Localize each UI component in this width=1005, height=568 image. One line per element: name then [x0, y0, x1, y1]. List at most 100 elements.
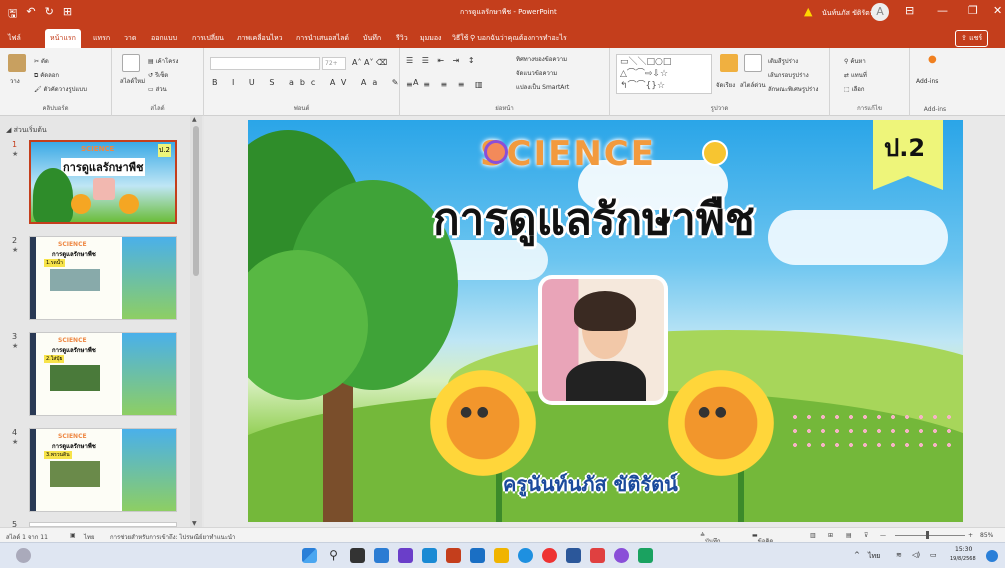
- language-indicator[interactable]: ไทย: [84, 532, 95, 542]
- normal-view-icon[interactable]: ▥: [810, 532, 816, 539]
- text-direction-button[interactable]: ทิศทางของข้อความ: [516, 54, 567, 64]
- proofing-icon[interactable]: ▣: [70, 532, 76, 539]
- paste-label[interactable]: วาง: [10, 76, 20, 86]
- addins-button[interactable]: Add-ins: [916, 78, 938, 85]
- share-button[interactable]: ⇪ แชร์: [955, 30, 989, 47]
- zoom-slider[interactable]: [895, 535, 965, 536]
- scroll-up-icon[interactable]: ▲: [192, 116, 197, 123]
- scroll-thumb[interactable]: [193, 126, 199, 276]
- minimize-icon[interactable]: —: [937, 4, 948, 17]
- avatar[interactable]: A: [871, 3, 889, 21]
- weather-icon[interactable]: [16, 548, 31, 563]
- ribbon-display-icon[interactable]: ⊟: [905, 4, 914, 17]
- app-icon[interactable]: [422, 548, 437, 563]
- start-icon[interactable]: [302, 548, 317, 563]
- new-slide-label[interactable]: สไลด์ใหม่: [120, 76, 145, 86]
- task-view-icon[interactable]: [350, 548, 365, 563]
- shape-effects-button[interactable]: ลักษณะพิเศษรูปร่าง: [768, 84, 818, 94]
- layout-button[interactable]: ▤ เค้าโครง: [148, 56, 178, 66]
- tab-record[interactable]: บันทึก: [363, 33, 381, 44]
- thumbnail-scrollbar[interactable]: ▲ ▼: [190, 116, 202, 527]
- word-icon[interactable]: [566, 548, 581, 563]
- undo-icon[interactable]: ↶: [26, 5, 35, 24]
- volume-icon[interactable]: ◁): [912, 551, 920, 559]
- tab-help[interactable]: วิธีใช้: [452, 33, 468, 44]
- smartart-button[interactable]: แปลงเป็น SmartArt: [516, 82, 569, 92]
- comments-button[interactable]: ▬ ข้อคิดเห็น: [752, 532, 773, 555]
- slide-sorter-icon[interactable]: ⊞: [828, 532, 833, 539]
- slide-thumbnail-3[interactable]: SCIENCE การดูแลรักษาพืช 2.ใส่ปุ๋ย: [29, 332, 177, 416]
- slide-title[interactable]: การดูแลรักษาพืช: [433, 184, 755, 254]
- arrange-label[interactable]: จัดเรียง: [716, 80, 735, 90]
- shape-outline-button[interactable]: เส้นกรอบรูปร่าง: [768, 70, 809, 80]
- shapes-gallery[interactable]: ▭＼＼□○□ △⌒⌒⇨⇩☆ ↰⌒⌒{}☆: [616, 54, 712, 94]
- tab-draw[interactable]: วาด: [124, 33, 136, 44]
- app-icon[interactable]: [590, 548, 605, 563]
- clock-time[interactable]: 15:30: [955, 546, 972, 553]
- slide-thumbnail-1[interactable]: SCIENCE การดูแลรักษาพืช ป.2: [29, 140, 177, 224]
- format-painter-button[interactable]: 🖌 ตัวคัดวางรูปแบบ: [34, 84, 87, 94]
- zoom-slider-thumb[interactable]: [926, 531, 929, 539]
- tab-transitions[interactable]: การเปลี่ยน: [192, 33, 224, 44]
- shape-fill-button[interactable]: เติมสีรูปร่าง: [768, 56, 798, 66]
- present-icon[interactable]: ⊞: [63, 5, 72, 24]
- app-icon[interactable]: [374, 548, 389, 563]
- edge-icon[interactable]: [518, 548, 533, 563]
- app-icon[interactable]: [614, 548, 629, 563]
- powerpoint-icon[interactable]: [446, 548, 461, 563]
- current-slide[interactable]: SCIENCE ป.2 การดูแลรักษาพืช ● ● ● ● ครูน…: [248, 120, 963, 522]
- reset-button[interactable]: ↺ รีเซ็ต: [148, 70, 168, 80]
- tab-slideshow[interactable]: การนำเสนอสไลด์: [296, 33, 349, 44]
- cut-button[interactable]: ✂ ตัด: [34, 56, 49, 66]
- accessibility-status[interactable]: การช่วยสำหรับการเข้าถึง: ไปรษณีย์ยาทำแนะ…: [110, 532, 235, 542]
- close-icon[interactable]: ✕: [993, 4, 1002, 17]
- new-slide-icon[interactable]: [122, 54, 140, 72]
- maximize-icon[interactable]: ❐: [968, 4, 978, 17]
- format-buttons[interactable]: B I U S abc AV Aa ✎ A: [212, 78, 425, 87]
- tab-insert[interactable]: แทรก: [93, 33, 110, 44]
- save-icon[interactable]: 🖫: [8, 5, 17, 24]
- notification-icon[interactable]: [986, 550, 998, 562]
- addins-icon[interactable]: ●: [928, 54, 937, 65]
- redo-icon[interactable]: ↻: [45, 5, 54, 24]
- find-button[interactable]: ⚲ ค้นหา: [844, 56, 866, 66]
- paste-icon[interactable]: [8, 54, 26, 72]
- tray-language[interactable]: ไทย: [868, 551, 880, 562]
- tab-file[interactable]: ไฟล์: [8, 33, 21, 44]
- tab-animations[interactable]: ภาพเคลื่อนไหว: [237, 33, 283, 44]
- tab-review[interactable]: รีวิว: [396, 33, 408, 44]
- battery-icon[interactable]: ▭: [930, 551, 937, 559]
- section-button[interactable]: ▭ ส่วน: [148, 84, 167, 94]
- tab-design[interactable]: ออกแบบ: [151, 33, 177, 44]
- app-icon[interactable]: [470, 548, 485, 563]
- tab-view[interactable]: มุมมอง: [420, 33, 441, 44]
- font-name-field[interactable]: [210, 57, 320, 70]
- warning-icon[interactable]: ▲: [804, 5, 812, 18]
- teacher-name[interactable]: ครูนันท์นภัส ขัติรัตน์: [503, 468, 678, 500]
- user-name[interactable]: นันท์นภัส ขัติรัตน์: [822, 8, 875, 19]
- slide-thumbnail-4[interactable]: SCIENCE การดูแลรักษาพืช 3.พรวนดิน: [29, 428, 177, 512]
- section-header[interactable]: ◢ ส่วนเริ่มต้น: [6, 125, 47, 136]
- select-button[interactable]: ⬚ เลือก: [844, 84, 865, 94]
- file-explorer-icon[interactable]: [494, 548, 509, 563]
- reading-view-icon[interactable]: ▤: [846, 532, 852, 539]
- quick-styles-icon[interactable]: [744, 54, 762, 72]
- align-buttons[interactable]: ≡ ≡ ≡ ≡ ▥: [406, 80, 487, 89]
- app-icon[interactable]: [398, 548, 413, 563]
- align-text-button[interactable]: จัดแนวข้อความ: [516, 68, 557, 78]
- quick-styles-label[interactable]: สไตล์ด่วน: [740, 80, 766, 90]
- search-icon[interactable]: ⚲: [326, 548, 341, 563]
- zoom-in-icon[interactable]: +: [968, 532, 973, 539]
- replace-button[interactable]: ⇄ แทนที่: [844, 70, 867, 80]
- notes-button[interactable]: ≙ บันทึกย่อ: [700, 532, 721, 555]
- teacher-photo-frame[interactable]: [538, 275, 668, 405]
- chrome-icon[interactable]: [542, 548, 557, 563]
- font-size-field[interactable]: 72+: [322, 57, 346, 70]
- grow-font-icon[interactable]: A˄ A˅ ⌫: [352, 58, 387, 67]
- wifi-icon[interactable]: ≋: [896, 551, 902, 559]
- tell-me-search[interactable]: ⚲ บอกฉันว่าคุณต้องการทำอะไร: [470, 33, 567, 44]
- arrange-icon[interactable]: [720, 54, 738, 72]
- list-buttons[interactable]: ☰ ☰ ⇤ ⇥ ↕: [406, 56, 478, 65]
- line-icon[interactable]: [638, 548, 653, 563]
- zoom-out-icon[interactable]: —: [880, 532, 886, 539]
